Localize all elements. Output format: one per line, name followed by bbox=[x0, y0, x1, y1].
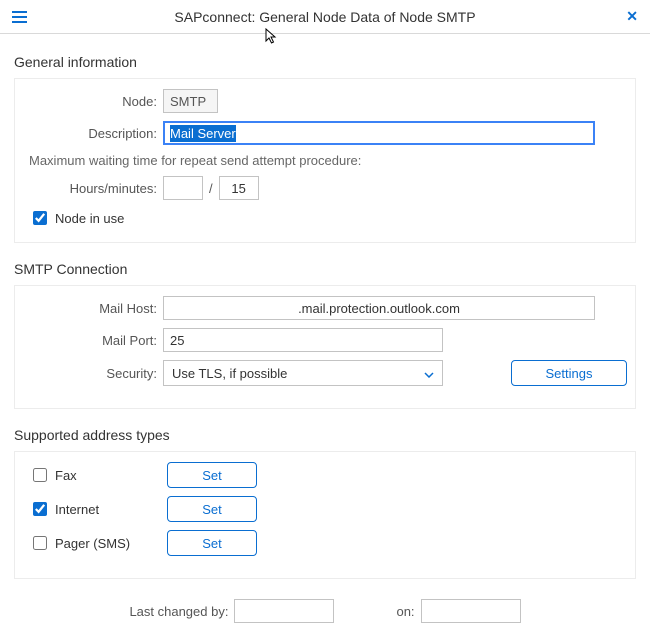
hours-field[interactable] bbox=[163, 176, 203, 200]
hours-minutes-label: Hours/minutes: bbox=[23, 181, 163, 196]
description-value: Mail Server bbox=[170, 125, 236, 142]
slash-separator: / bbox=[209, 181, 213, 196]
settings-button[interactable]: Settings bbox=[511, 360, 627, 386]
node-in-use-checkbox[interactable] bbox=[33, 211, 47, 225]
footer: Last changed by: on: bbox=[14, 599, 636, 623]
internet-set-button[interactable]: Set bbox=[167, 496, 257, 522]
last-changed-by-label: Last changed by: bbox=[129, 604, 228, 619]
addr-panel: Fax Set Internet Set Pager (SMS) Set bbox=[14, 451, 636, 579]
fax-checkbox[interactable] bbox=[33, 468, 47, 482]
node-in-use-label: Node in use bbox=[55, 211, 124, 226]
on-field[interactable] bbox=[421, 599, 521, 623]
on-label: on: bbox=[396, 604, 414, 619]
node-label: Node: bbox=[23, 94, 163, 109]
fax-label: Fax bbox=[55, 468, 77, 483]
mail-host-field[interactable] bbox=[163, 296, 595, 320]
internet-checkbox[interactable] bbox=[33, 502, 47, 516]
node-field[interactable] bbox=[163, 89, 218, 113]
page-title: SAPconnect: General Node Data of Node SM… bbox=[0, 9, 650, 25]
addr-row-pager: Pager (SMS) Set bbox=[23, 530, 627, 556]
last-changed-by-field[interactable] bbox=[234, 599, 334, 623]
general-panel: Node: Description: Mail Server Maximum w… bbox=[14, 78, 636, 243]
addr-row-fax: Fax Set bbox=[23, 462, 627, 488]
pager-label: Pager (SMS) bbox=[55, 536, 130, 551]
chevron-down-icon bbox=[424, 366, 434, 381]
smtp-panel: Mail Host: Mail Port: Security: Use TLS,… bbox=[14, 285, 636, 409]
description-field[interactable]: Mail Server bbox=[163, 121, 595, 145]
smtp-section-title: SMTP Connection bbox=[14, 261, 636, 277]
addr-row-internet: Internet Set bbox=[23, 496, 627, 522]
mail-port-label: Mail Port: bbox=[23, 333, 163, 348]
minutes-field[interactable] bbox=[219, 176, 259, 200]
pager-set-button[interactable]: Set bbox=[167, 530, 257, 556]
general-section-title: General information bbox=[14, 54, 636, 70]
close-icon[interactable]: ✕ bbox=[626, 8, 638, 25]
security-value: Use TLS, if possible bbox=[172, 366, 287, 381]
security-label: Security: bbox=[23, 366, 163, 381]
mail-port-field[interactable] bbox=[163, 328, 443, 352]
internet-label: Internet bbox=[55, 502, 99, 517]
addr-section-title: Supported address types bbox=[14, 427, 636, 443]
description-label: Description: bbox=[23, 126, 163, 141]
fax-set-button[interactable]: Set bbox=[167, 462, 257, 488]
security-select[interactable]: Use TLS, if possible bbox=[163, 360, 443, 386]
wait-text: Maximum waiting time for repeat send att… bbox=[29, 153, 627, 168]
menu-icon[interactable] bbox=[12, 11, 27, 23]
mail-host-label: Mail Host: bbox=[23, 301, 163, 316]
pager-checkbox[interactable] bbox=[33, 536, 47, 550]
